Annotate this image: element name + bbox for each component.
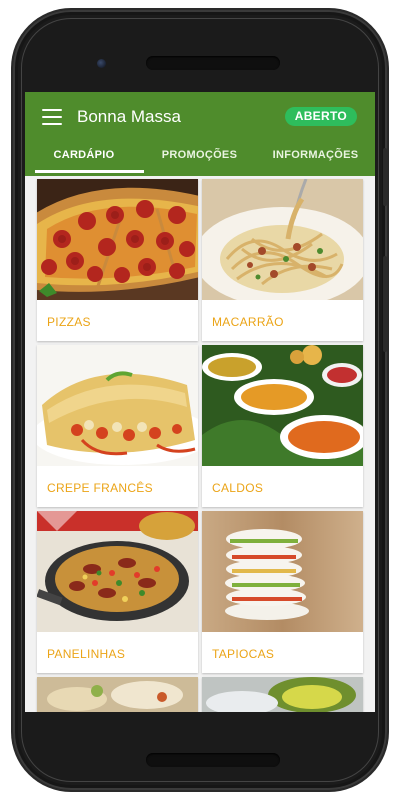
menu-card-label: MACARRÃO bbox=[212, 315, 284, 329]
power-button bbox=[383, 256, 387, 352]
app-bar: Bonna Massa ABERTO CARDÁPIO PROMOÇÕES IN… bbox=[25, 92, 375, 176]
tab-bar: CARDÁPIO PROMOÇÕES INFORMAÇÕES bbox=[25, 144, 375, 176]
food-image bbox=[37, 677, 198, 712]
hamburger-menu-icon[interactable] bbox=[42, 109, 62, 125]
tab-informacoes[interactable]: INFORMAÇÕES bbox=[256, 144, 375, 176]
menu-card-label: PANELINHAS bbox=[47, 647, 126, 661]
menu-card-panelinhas[interactable]: PANELINHAS bbox=[37, 511, 198, 673]
food-image bbox=[202, 677, 363, 712]
menu-card-label: CALDOS bbox=[212, 481, 264, 495]
front-camera bbox=[97, 59, 106, 68]
tapioca-image bbox=[202, 511, 363, 632]
menu-card-macarrao[interactable]: MACARRÃO bbox=[202, 179, 363, 341]
menu-card-partial[interactable] bbox=[37, 677, 198, 712]
status-badge: ABERTO bbox=[284, 107, 357, 126]
menu-card-pizzas[interactable]: PIZZAS bbox=[37, 179, 198, 341]
menu-card-label: TAPIOCAS bbox=[212, 647, 275, 661]
pasta-image bbox=[202, 179, 363, 300]
earpiece-speaker bbox=[146, 56, 280, 70]
panelinha-image bbox=[37, 511, 198, 632]
tab-cardapio[interactable]: CARDÁPIO bbox=[25, 144, 144, 176]
menu-card-crepe-frances[interactable]: CREPE FRANCÊS bbox=[37, 345, 198, 507]
volume-button bbox=[383, 148, 387, 206]
pizza-image bbox=[37, 179, 198, 300]
app-screen: Bonna Massa ABERTO CARDÁPIO PROMOÇÕES IN… bbox=[25, 92, 375, 712]
tab-promocoes[interactable]: PROMOÇÕES bbox=[143, 144, 256, 176]
menu-card-partial[interactable] bbox=[202, 677, 363, 712]
menu-card-caldos[interactable]: CALDOS bbox=[202, 345, 363, 507]
menu-card-label: CREPE FRANCÊS bbox=[47, 481, 153, 495]
app-title: Bonna Massa bbox=[77, 107, 181, 126]
menu-card-tapiocas[interactable]: TAPIOCAS bbox=[202, 511, 363, 673]
crepe-image bbox=[37, 345, 198, 466]
menu-card-label: PIZZAS bbox=[47, 315, 91, 329]
bottom-speaker bbox=[146, 753, 280, 767]
soup-image bbox=[202, 345, 363, 466]
